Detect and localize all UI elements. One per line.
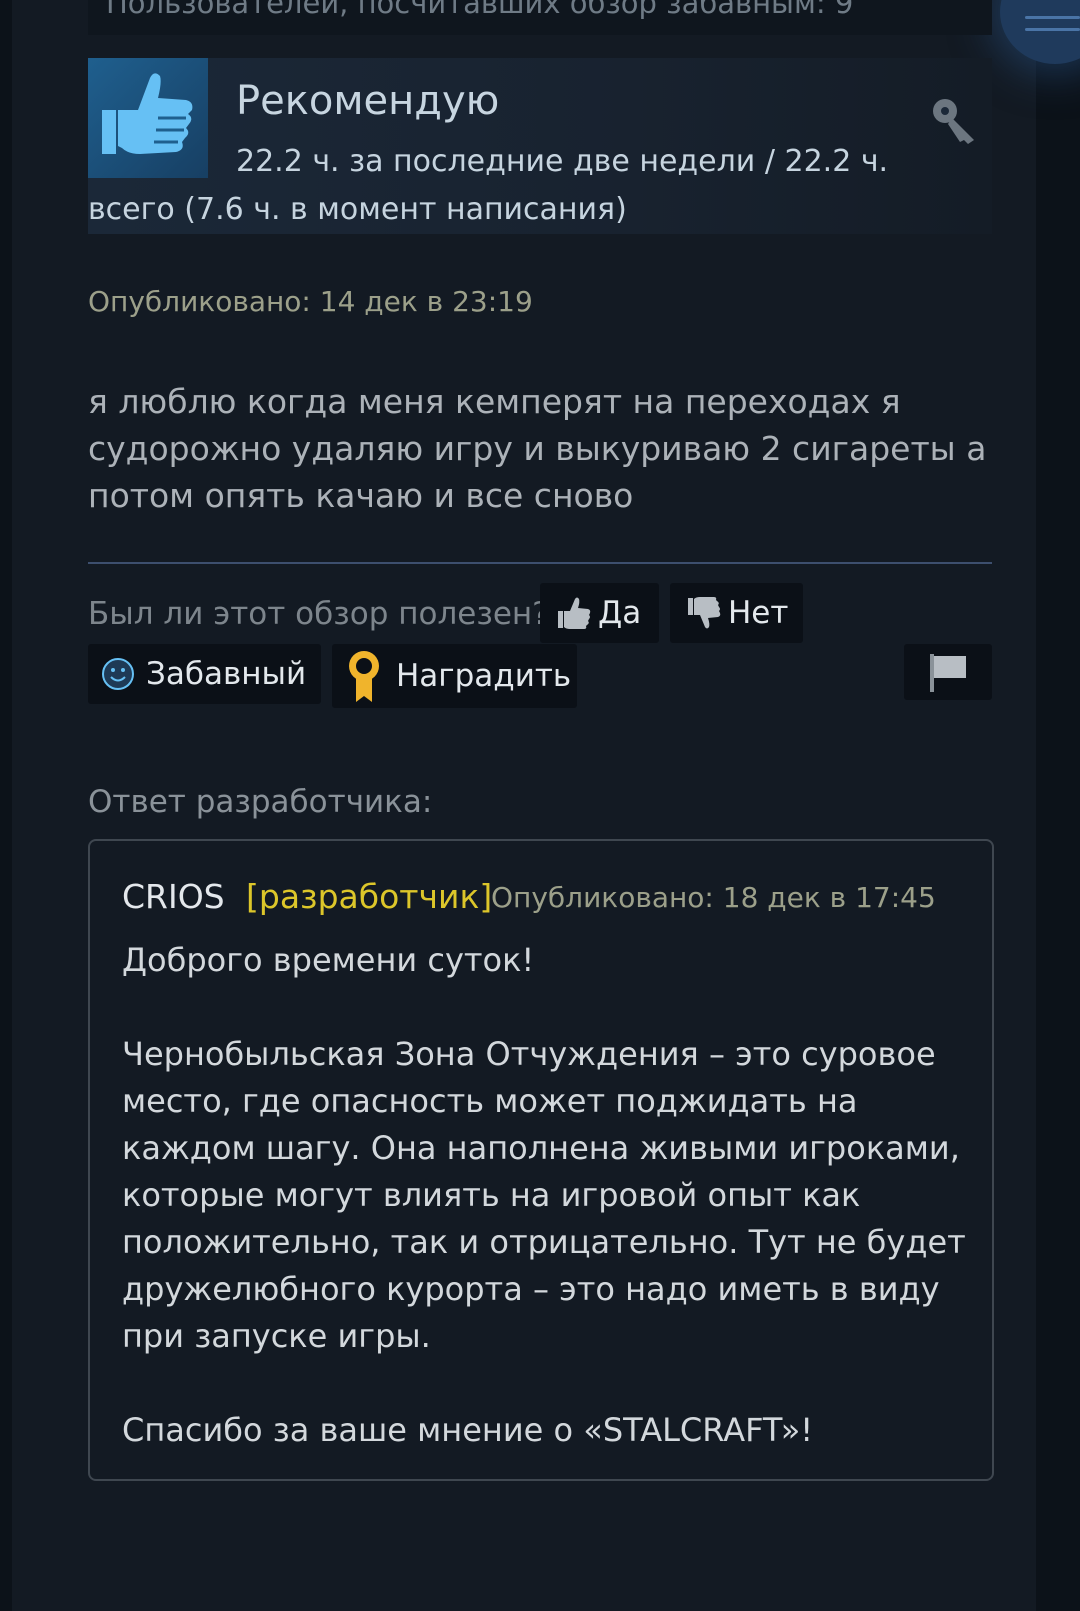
review-text-line: потом опять качаю и все сново [88, 476, 634, 515]
flag-icon [930, 654, 966, 692]
response-line [122, 1360, 982, 1407]
review-text-line: я люблю когда меня кемперят на переходах… [88, 382, 901, 421]
response-line: дружелюбного курорта – это надо иметь в … [122, 1270, 940, 1308]
response-line: Доброго времени суток! [122, 941, 535, 979]
divider [88, 562, 992, 564]
response-line: Чернобыльская Зона Отчуждения – это суро… [122, 1035, 936, 1073]
funny-count-text: Пользователей, посчитавших обзор забавны… [106, 0, 854, 20]
review-text: я люблю когда меня кемперят на переходах… [88, 378, 992, 519]
thumbs-down-icon [688, 597, 721, 629]
report-flag-button[interactable] [904, 644, 992, 700]
key-icon [933, 99, 974, 144]
response-line: место, где опасность может поджидать на [122, 1082, 858, 1120]
response-line: положительно, так и отрицательно. Тут не… [122, 1223, 966, 1261]
developer-response-body: Доброго времени суток! Чернобыльская Зон… [122, 937, 982, 1454]
developer-author[interactable]: CRIOS [122, 877, 225, 916]
response-line: каждом шагу. Она наполнена живыми игрока… [122, 1129, 960, 1167]
developer-response-box: CRIOS [разработчик] Опубликовано: 18 дек… [88, 839, 994, 1481]
hours-played-line1: 22.2 ч. за последние две недели / 22.2 ч… [236, 144, 889, 179]
thumbs-up-icon [558, 597, 591, 629]
developer-response-heading: Ответ разработчика: [88, 784, 433, 820]
thumbs-up-icon [102, 73, 193, 154]
review-text-line: судорожно удаляю игру и выкуриваю 2 сига… [88, 429, 987, 468]
hours-played-line2: всего (7.6 ч. в момент написания) [88, 192, 627, 227]
vote-no-label: Нет [728, 595, 789, 631]
recommendation-header: Рекомендую 22.2 ч. за последние две неде… [88, 58, 992, 234]
award-ribbon-icon [349, 651, 379, 702]
vote-funny-button[interactable]: Забавный [88, 644, 321, 704]
vote-yes-label: Да [598, 595, 642, 631]
recommendation-verdict: Рекомендую [236, 78, 500, 124]
review-posted-date: Опубликовано: 14 дек в 23:19 [88, 285, 533, 318]
award-button[interactable]: Наградить [332, 644, 577, 708]
vote-yes-button[interactable]: Да [540, 583, 659, 643]
recommend-thumb [88, 58, 208, 178]
response-line: при запуске игры. [122, 1317, 431, 1355]
developer-tag: [разработчик] [246, 877, 493, 916]
vote-funny-label: Забавный [146, 656, 307, 692]
developer-posted-date: Опубликовано: 18 дек в 17:45 [491, 881, 936, 914]
hamburger-menu-icon [1025, 16, 1080, 19]
response-line [122, 984, 982, 1031]
previous-review-footer: Пользователей, посчитавших обзор забавны… [88, 0, 992, 35]
response-line: Спасибо за ваше мнение о «STALCRAFT»! [122, 1411, 814, 1449]
response-line: которые могут влиять на игровой опыт как [122, 1176, 861, 1214]
vote-no-button[interactable]: Нет [670, 583, 803, 643]
smiley-icon [102, 658, 134, 690]
hamburger-menu-icon-line [1025, 28, 1080, 31]
helpful-question: Был ли этот обзор полезен? [88, 596, 549, 632]
award-label: Наградить [396, 658, 572, 694]
